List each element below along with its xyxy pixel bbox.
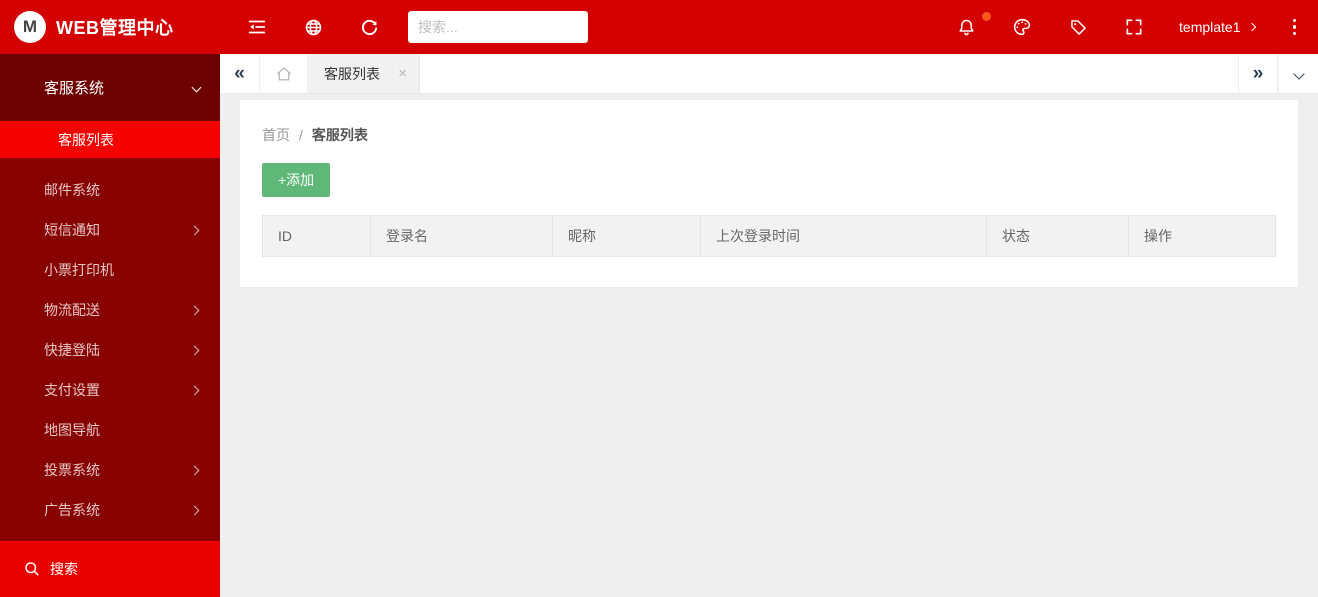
- column-header-status: 状态: [986, 215, 1129, 257]
- sidebar-item-label: 地图导航: [44, 422, 100, 438]
- sidebar-item-mail-system[interactable]: 邮件系统: [0, 170, 220, 210]
- column-header-login: 登录名: [370, 215, 553, 257]
- chevron-right-icon: [1247, 22, 1256, 32]
- tabs-menu-button[interactable]: [1278, 54, 1318, 93]
- topbar-search: [408, 11, 588, 43]
- chevron-down-icon: [1292, 67, 1305, 80]
- sidebar-search-label: 搜索: [50, 561, 78, 577]
- tab-customer-service-list[interactable]: 客服列表 ×: [308, 54, 420, 93]
- column-header-id: ID: [262, 215, 371, 257]
- add-button[interactable]: +添加: [262, 163, 331, 197]
- search-icon: [22, 559, 42, 579]
- sidebar-parent-label: 客服系统: [44, 80, 105, 97]
- palette-icon[interactable]: [1011, 16, 1033, 38]
- sidebar-active-label: 客服列表: [58, 131, 114, 148]
- more-vertical-icon[interactable]: [1289, 15, 1301, 40]
- tab-label: 客服列表: [324, 65, 380, 82]
- main-area: « 客服列表 × » 首页 / 客服列表 +添加 ID 登录名 昵称 上次登录时…: [220, 54, 1318, 597]
- admin-app: M WEB管理中心 搜索... template1 客服系统 客服列表 邮件系统…: [0, 0, 1318, 597]
- app-title: WEB管理中心: [56, 18, 174, 38]
- tag-icon[interactable]: [1067, 16, 1089, 38]
- chevron-right-icon: [189, 225, 200, 235]
- home-tab-icon[interactable]: [260, 54, 308, 93]
- tabs-scroll-right-button[interactable]: »: [1238, 54, 1278, 93]
- chevron-right-icon: [189, 385, 200, 395]
- sidebar-item-payment-settings[interactable]: 支付设置: [0, 370, 220, 410]
- menu-fold-icon[interactable]: [246, 16, 268, 38]
- refresh-icon[interactable]: [358, 16, 380, 38]
- logo: M WEB管理中心: [0, 0, 220, 54]
- fullscreen-icon[interactable]: [1123, 16, 1145, 38]
- sidebar-item-logistics[interactable]: 物流配送: [0, 290, 220, 330]
- notification-dot: [982, 12, 992, 21]
- breadcrumb: 首页 / 客服列表: [262, 125, 1276, 145]
- topbar-left-icons: [246, 16, 380, 38]
- sidebar-item-sms-notify[interactable]: 短信通知: [0, 210, 220, 250]
- column-header-actions: 操作: [1128, 215, 1276, 257]
- sidebar-item-map-navigation[interactable]: 地图导航: [0, 410, 220, 450]
- globe-icon[interactable]: [302, 16, 324, 38]
- sidebar: 客服系统 客服列表 邮件系统 短信通知 小票打印机 物流配送 快捷登陆 支付设置…: [0, 54, 220, 597]
- logo-m-icon: M: [14, 11, 46, 43]
- sidebar-item-ad-system[interactable]: 广告系统: [0, 490, 220, 530]
- sidebar-item-label: 广告系统: [44, 502, 100, 518]
- tabs-scroll-left-button[interactable]: «: [220, 54, 260, 93]
- sidebar-item-customer-service-system[interactable]: 客服系统: [0, 54, 220, 121]
- sidebar-item-label: 小票打印机: [44, 262, 114, 278]
- sidebar-item-label: 短信通知: [44, 222, 100, 238]
- chevron-right-icon: [189, 305, 200, 315]
- column-header-last-login: 上次登录时间: [700, 215, 987, 257]
- sidebar-item-label: 支付设置: [44, 382, 100, 398]
- chevron-down-icon: [191, 82, 202, 93]
- bell-icon[interactable]: [955, 12, 992, 38]
- topbar: M WEB管理中心 搜索... template1: [0, 0, 1318, 54]
- sidebar-item-label: 快捷登陆: [44, 342, 100, 358]
- customer-service-table: ID 登录名 昵称 上次登录时间 状态 操作: [262, 215, 1276, 257]
- table-header-row: ID 登录名 昵称 上次登录时间 状态 操作: [262, 215, 1276, 257]
- breadcrumb-current: 客服列表: [311, 127, 368, 143]
- search-input[interactable]: [408, 11, 588, 43]
- close-icon[interactable]: ×: [398, 66, 407, 81]
- sidebar-item-quick-login[interactable]: 快捷登陆: [0, 330, 220, 370]
- content-area: 首页 / 客服列表 +添加 ID 登录名 昵称 上次登录时间 状态 操作: [220, 94, 1318, 597]
- template-switcher[interactable]: template1: [1179, 19, 1256, 35]
- content-panel: 首页 / 客服列表 +添加 ID 登录名 昵称 上次登录时间 状态 操作: [240, 100, 1298, 287]
- chevron-right-icon: [189, 465, 200, 475]
- tabstrip-spacer: [420, 54, 1238, 93]
- template-switcher-label: template1: [1179, 19, 1241, 35]
- sidebar-nav: 邮件系统 短信通知 小票打印机 物流配送 快捷登陆 支付设置 地图导航 投票系统…: [0, 158, 220, 541]
- sidebar-item-label: 物流配送: [44, 302, 100, 318]
- breadcrumb-home-link[interactable]: 首页: [262, 125, 290, 145]
- column-header-nickname: 昵称: [552, 215, 701, 257]
- breadcrumb-separator: /: [299, 127, 303, 143]
- topbar-right-icons: template1: [955, 12, 1318, 40]
- sidebar-item-label: 邮件系统: [44, 182, 100, 198]
- chevron-right-icon: [189, 345, 200, 355]
- chevron-right-icon: [189, 505, 200, 515]
- sidebar-search-button[interactable]: 搜索: [0, 541, 220, 597]
- sidebar-item-voting-system[interactable]: 投票系统: [0, 450, 220, 490]
- tab-strip: « 客服列表 × »: [220, 54, 1318, 94]
- sidebar-item-receipt-printer[interactable]: 小票打印机: [0, 250, 220, 290]
- sidebar-item-customer-service-list-active[interactable]: 客服列表: [0, 121, 220, 158]
- sidebar-item-label: 投票系统: [44, 462, 100, 478]
